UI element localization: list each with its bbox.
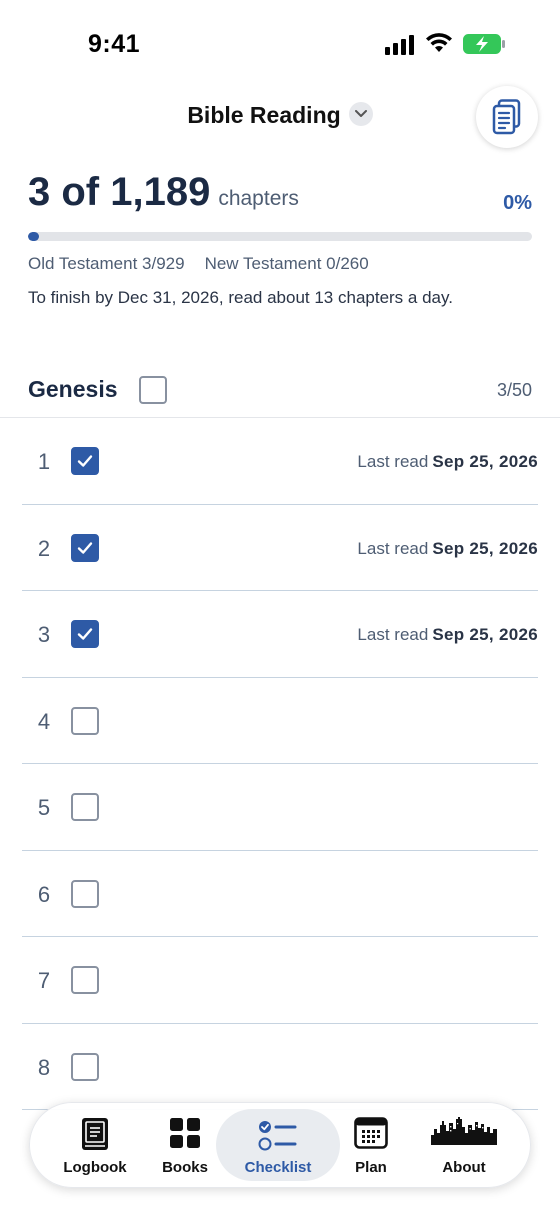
chapter-checkbox[interactable]	[71, 706, 99, 735]
last-read-label: Last read	[357, 538, 429, 558]
chapter-row[interactable]: 8	[22, 1024, 538, 1110]
last-read-label: Last read	[357, 625, 429, 644]
chapters-read-count: 3 of 1,189	[28, 170, 211, 214]
chapter-number: 5	[37, 795, 51, 820]
checkmark-icon	[77, 541, 93, 554]
book-chapter-count: 3/50	[496, 380, 532, 400]
chapter-checkbox[interactable]	[71, 533, 99, 562]
tab-about[interactable]: About	[414, 1103, 514, 1187]
books-grid-icon	[170, 1118, 200, 1148]
status-time: 9:41	[88, 30, 141, 58]
last-read-info: Last read Sep 25, 2026	[357, 625, 538, 645]
chapters-unit-label: chapters	[218, 187, 299, 210]
battery-charging-icon	[463, 34, 505, 54]
wifi-icon	[426, 33, 452, 52]
tab-label: Plan	[355, 1159, 387, 1176]
chapter-number: 1	[37, 449, 51, 474]
checklist-icon	[258, 1121, 297, 1151]
book-name: Genesis	[28, 376, 118, 402]
tab-plan[interactable]: Plan	[326, 1103, 416, 1187]
last-read-date: Sep 25, 2026	[432, 625, 538, 644]
last-read-label: Last read	[357, 452, 429, 471]
chapter-row[interactable]: 4	[22, 678, 538, 764]
calendar-icon	[354, 1117, 388, 1149]
chapter-number: 2	[37, 535, 51, 561]
progress-bar-fill	[28, 232, 39, 241]
tab-label: Checklist	[244, 1159, 312, 1176]
chapter-row[interactable]: 1 Last read Sep 25, 2026	[22, 418, 538, 505]
new-testament-count: New Testament 0/260	[204, 254, 369, 273]
chapter-number: 4	[37, 708, 51, 734]
checkmark-icon	[77, 455, 93, 467]
progress-percent: 0%	[503, 192, 532, 214]
chapter-checkbox[interactable]	[71, 1052, 99, 1081]
chapter-number: 7	[37, 968, 51, 993]
progress-bar	[28, 232, 532, 241]
chapter-number: 8	[37, 1054, 51, 1080]
cellular-signal-icon	[385, 35, 414, 55]
book-select-all-checkbox[interactable]	[139, 376, 167, 404]
tab-logbook[interactable]: Logbook	[40, 1103, 150, 1187]
old-testament-count: Old Testament 3/929	[28, 254, 185, 273]
notes-button[interactable]	[476, 86, 538, 148]
chapter-row[interactable]: 2 Last read Sep 25, 2026	[22, 505, 538, 591]
page-title: Bible Reading	[187, 102, 341, 128]
tab-label: Logbook	[63, 1159, 127, 1176]
finish-goal-text: To finish by Dec 31, 2026, read about 13…	[28, 288, 453, 307]
chapter-checkbox[interactable]	[71, 447, 99, 475]
chapter-checkbox[interactable]	[71, 879, 99, 908]
tab-label: About	[442, 1159, 486, 1176]
chapter-number: 3	[37, 622, 51, 647]
tab-checklist[interactable]: Checklist	[216, 1109, 340, 1181]
last-read-date: Sep 25, 2026	[432, 538, 538, 558]
document-icon	[492, 99, 521, 135]
chapter-number: 6	[37, 881, 51, 907]
chapter-row[interactable]: 3 Last read Sep 25, 2026	[22, 591, 538, 678]
logbook-icon	[82, 1118, 108, 1150]
tab-bar: Logbook Books Checklist Plan About	[29, 1102, 531, 1188]
last-read-info: Last read Sep 25, 2026	[357, 452, 538, 472]
progress-summary: 3 of 1,189 chapters 0% Old Testament 3/92…	[28, 170, 532, 307]
last-read-info: Last read Sep 25, 2026	[357, 539, 538, 559]
testament-counts: Old Testament 3/929 New Testament 0/260	[28, 254, 369, 274]
checkmark-icon	[77, 628, 93, 640]
chapter-checkbox[interactable]	[71, 620, 99, 648]
book-section-header: Genesis 3/50	[0, 364, 560, 418]
status-bar: 9:41	[0, 0, 560, 92]
chapter-row[interactable]: 7	[22, 937, 538, 1024]
chapter-checkbox[interactable]	[71, 793, 99, 821]
chapter-row[interactable]: 5	[22, 764, 538, 851]
chapter-row[interactable]: 6	[22, 851, 538, 937]
skyline-icon	[431, 1117, 497, 1145]
chapter-list: 1 Last read Sep 25, 2026 2 Last read Sep 25, …	[0, 418, 560, 1110]
chevron-down-icon[interactable]	[348, 101, 373, 126]
last-read-date: Sep 25, 2026	[432, 452, 538, 471]
chapter-checkbox[interactable]	[71, 966, 99, 994]
header: Bible Reading	[0, 86, 560, 148]
